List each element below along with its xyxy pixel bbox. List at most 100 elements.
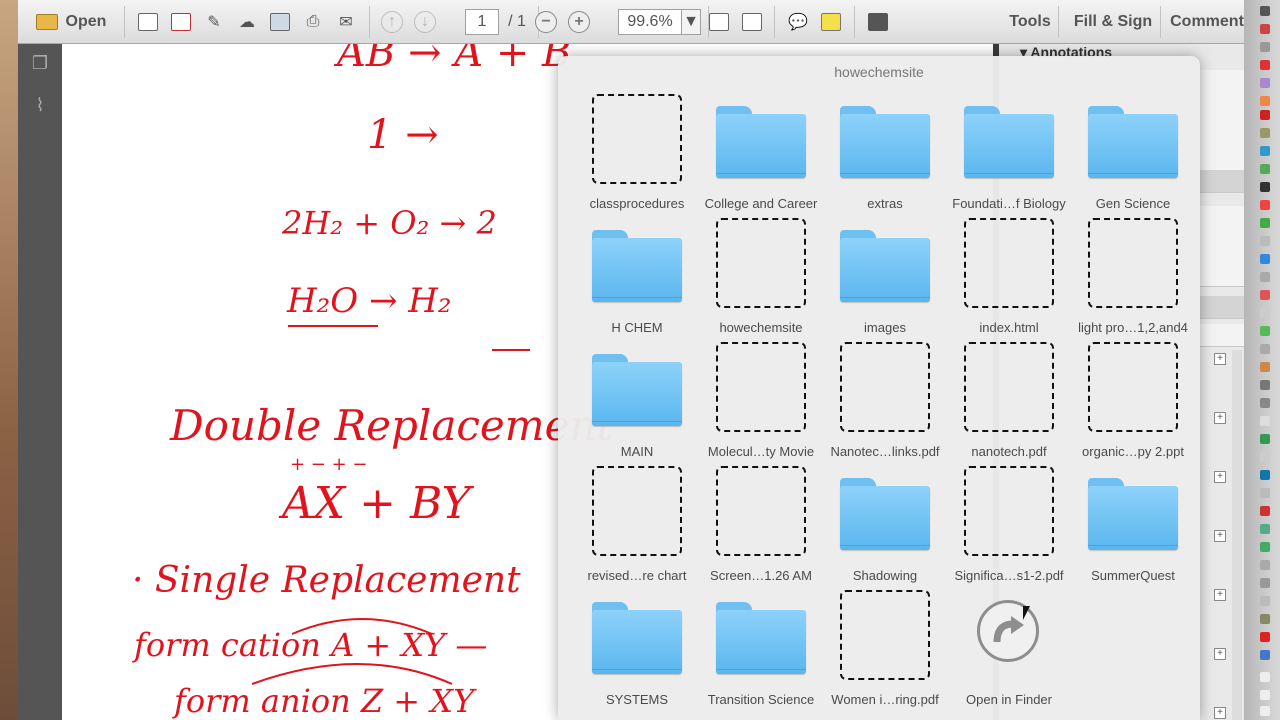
file-item[interactable]: Significa…s1-2.pdf (947, 466, 1071, 588)
comments-scrollbar[interactable] (1232, 350, 1242, 720)
dock-app-icon[interactable] (1260, 218, 1270, 228)
dock-app-icon[interactable] (1260, 78, 1270, 88)
dock-app-icon[interactable] (1260, 560, 1270, 570)
dock-document-icon[interactable] (1260, 690, 1270, 700)
dock-app-icon[interactable] (1260, 650, 1270, 660)
expand-comment-icon[interactable]: + (1214, 589, 1226, 601)
create-pdf-icon[interactable] (136, 9, 160, 35)
dock-app-icon[interactable] (1260, 200, 1270, 210)
folder-item[interactable]: H CHEM (575, 220, 699, 340)
dock-app-icon[interactable] (1260, 614, 1270, 624)
expand-comment-icon[interactable]: + (1214, 471, 1226, 483)
file-item[interactable]: revised…re chart (575, 466, 699, 588)
expand-comment-icon[interactable]: + (1214, 648, 1226, 660)
file-item[interactable]: Screen…1.26 AM (699, 466, 823, 588)
file-item[interactable]: nanotech.pdf (947, 342, 1071, 464)
page-number-input[interactable]: 1 (465, 9, 499, 35)
folder-item[interactable]: SummerQuest (1071, 468, 1195, 588)
dock-app-icon[interactable] (1260, 380, 1270, 390)
full-screen-icon[interactable] (866, 9, 890, 35)
folder-item[interactable]: Foundati…f Biology (947, 96, 1071, 216)
file-placeholder-icon (964, 218, 1054, 308)
dock-app-icon[interactable] (1260, 24, 1270, 34)
expand-comment-icon[interactable]: + (1214, 707, 1226, 719)
folder-item[interactable]: images (823, 220, 947, 340)
zoom-out-icon[interactable]: − (534, 9, 558, 35)
dock-app-icon[interactable] (1260, 128, 1270, 138)
edit-icon[interactable]: ✎ (202, 9, 226, 35)
pdf-convert-icon[interactable] (169, 9, 193, 35)
folder-item[interactable]: extras (823, 96, 947, 216)
folder-item[interactable]: SYSTEMS (575, 592, 699, 712)
dock-app-icon[interactable] (1260, 434, 1270, 444)
previous-page-icon[interactable]: ↑ (380, 9, 404, 35)
dock-app-icon[interactable] (1260, 146, 1270, 156)
tab-fill-and-sign[interactable]: Fill & Sign (1070, 9, 1156, 35)
dock-app-icon[interactable] (1260, 596, 1270, 606)
zoom-in-icon[interactable]: + (567, 9, 591, 35)
folder-item[interactable]: Shadowing (823, 468, 947, 588)
dock-app-icon[interactable] (1260, 110, 1270, 120)
next-page-icon[interactable]: ↓ (413, 9, 437, 35)
dock-document-icon[interactable] (1260, 672, 1270, 682)
dock-app-icon[interactable] (1260, 326, 1270, 336)
folder-item[interactable]: MAIN (575, 344, 699, 464)
file-item[interactable]: light pro…1,2,and4 (1071, 218, 1195, 340)
dock-app-icon[interactable] (1260, 542, 1270, 552)
zoom-level-input[interactable]: 99.6% (618, 9, 682, 35)
save-icon[interactable] (268, 9, 292, 35)
upload-cloud-icon[interactable]: ☁ (235, 9, 259, 35)
expand-comment-icon[interactable]: + (1214, 530, 1226, 542)
dock-app-icon[interactable] (1260, 362, 1270, 372)
tab-tools[interactable]: Tools (1000, 9, 1060, 35)
dock-app-icon[interactable] (1260, 452, 1270, 462)
sticky-note-icon[interactable]: 💬 (786, 9, 810, 35)
dock-app-icon[interactable] (1260, 506, 1270, 516)
file-item[interactable]: Molecul…ty Movie (699, 342, 823, 464)
open-in-finder-button[interactable]: Open in Finder (947, 592, 1071, 712)
dock-app-icon[interactable] (1260, 308, 1270, 318)
page-thumbnails-icon[interactable]: ❐ (29, 52, 51, 74)
dock-app-icon[interactable] (1260, 272, 1270, 282)
file-item[interactable]: index.html (947, 218, 1071, 340)
dock-app-icon[interactable] (1260, 470, 1270, 480)
item-label: Significa…s1-2.pdf (954, 568, 1064, 583)
attachments-icon[interactable]: ⌇ (29, 94, 51, 116)
file-item[interactable]: Nanotec…links.pdf (823, 342, 947, 464)
dock-app-icon[interactable] (1260, 236, 1270, 246)
folder-item[interactable]: College and Career (699, 96, 823, 216)
dock-document-icon[interactable] (1260, 706, 1270, 716)
dock-app-icon[interactable] (1260, 42, 1270, 52)
folder-item[interactable]: Gen Science (1071, 96, 1195, 216)
dock-app-icon[interactable] (1260, 290, 1270, 300)
dock-app-icon[interactable] (1260, 524, 1270, 534)
file-item[interactable]: Women i…ring.pdf (823, 590, 947, 712)
dock-app-icon[interactable] (1260, 344, 1270, 354)
file-item[interactable]: organic…py 2.ppt (1071, 342, 1195, 464)
tab-comment[interactable]: Comment (1168, 9, 1246, 35)
dock-app-icon[interactable] (1260, 488, 1270, 498)
dock-app-icon[interactable] (1260, 6, 1270, 16)
fit-width-icon[interactable] (740, 9, 764, 35)
dock-app-icon[interactable] (1260, 578, 1270, 588)
fit-page-icon[interactable] (707, 9, 731, 35)
email-icon[interactable]: ✉ (334, 9, 358, 35)
folder-item[interactable]: Transition Science (699, 592, 823, 712)
highlight-text-icon[interactable] (819, 9, 843, 35)
expand-comment-icon[interactable]: + (1214, 412, 1226, 424)
dock-app-icon[interactable] (1260, 254, 1270, 264)
print-icon[interactable]: ⎙ (301, 9, 325, 35)
dock-app-icon[interactable] (1260, 96, 1270, 106)
dock-app-icon[interactable] (1260, 60, 1270, 70)
expand-comment-icon[interactable]: + (1214, 353, 1226, 365)
zoom-dropdown-chevron-icon[interactable]: ▼ (681, 9, 701, 35)
dock-app-icon[interactable] (1260, 164, 1270, 174)
file-item[interactable]: howechemsite (699, 218, 823, 340)
dock-app-icon[interactable] (1260, 416, 1270, 426)
toolbar-divider (1058, 6, 1059, 38)
open-button[interactable]: Open (26, 9, 116, 35)
dock-app-icon[interactable] (1260, 632, 1270, 642)
dock-app-icon[interactable] (1260, 398, 1270, 408)
file-item[interactable]: classprocedures (575, 94, 699, 216)
dock-app-icon[interactable] (1260, 182, 1270, 192)
